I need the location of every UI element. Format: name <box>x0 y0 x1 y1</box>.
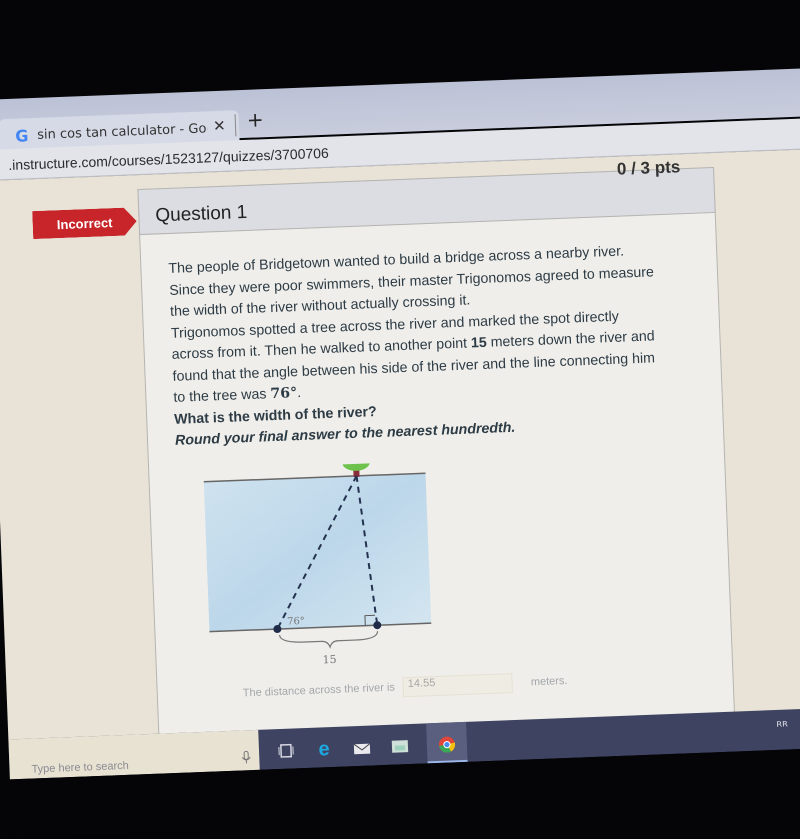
edge-icon[interactable]: e <box>313 739 336 760</box>
mail-icon[interactable] <box>351 737 374 758</box>
base-brace <box>280 631 378 649</box>
river-water <box>204 473 432 631</box>
base-label: 15 <box>322 653 336 667</box>
new-tab-button[interactable]: + <box>246 107 264 132</box>
chrome-icon[interactable] <box>436 734 459 755</box>
answer-prefix: The distance across the river is <box>243 682 396 700</box>
question-text: The people of Bridgetown wanted to build… <box>168 239 695 452</box>
task-view-icon[interactable] <box>275 740 298 761</box>
distance-value: 15 <box>471 335 487 352</box>
answer-unit: meters. <box>531 675 568 688</box>
google-g-icon: G <box>15 126 29 145</box>
tab-close-icon[interactable]: ✕ <box>213 117 226 135</box>
microphone-icon[interactable] <box>241 750 252 767</box>
answer-input[interactable]: 14.55 <box>403 673 514 697</box>
points-label: 0 / 3 pts <box>617 157 681 179</box>
question-title: Question 1 <box>155 202 248 228</box>
incorrect-badge: Incorrect <box>32 207 137 239</box>
river-diagram: 76° 15 <box>203 461 451 690</box>
angle-value: 76° <box>270 385 297 402</box>
file-explorer-icon[interactable] <box>389 736 412 757</box>
text-fragment: meters down the river and <box>486 328 654 350</box>
text-fragment: to the tree was <box>173 386 271 406</box>
angle-label: 76° <box>287 616 305 628</box>
people-icon[interactable]: ᴿᴿ <box>776 720 788 735</box>
text-fragment: . <box>297 385 302 401</box>
monitor-screen: G sin cos tan calculator - Google Se ✕ +… <box>0 0 800 799</box>
